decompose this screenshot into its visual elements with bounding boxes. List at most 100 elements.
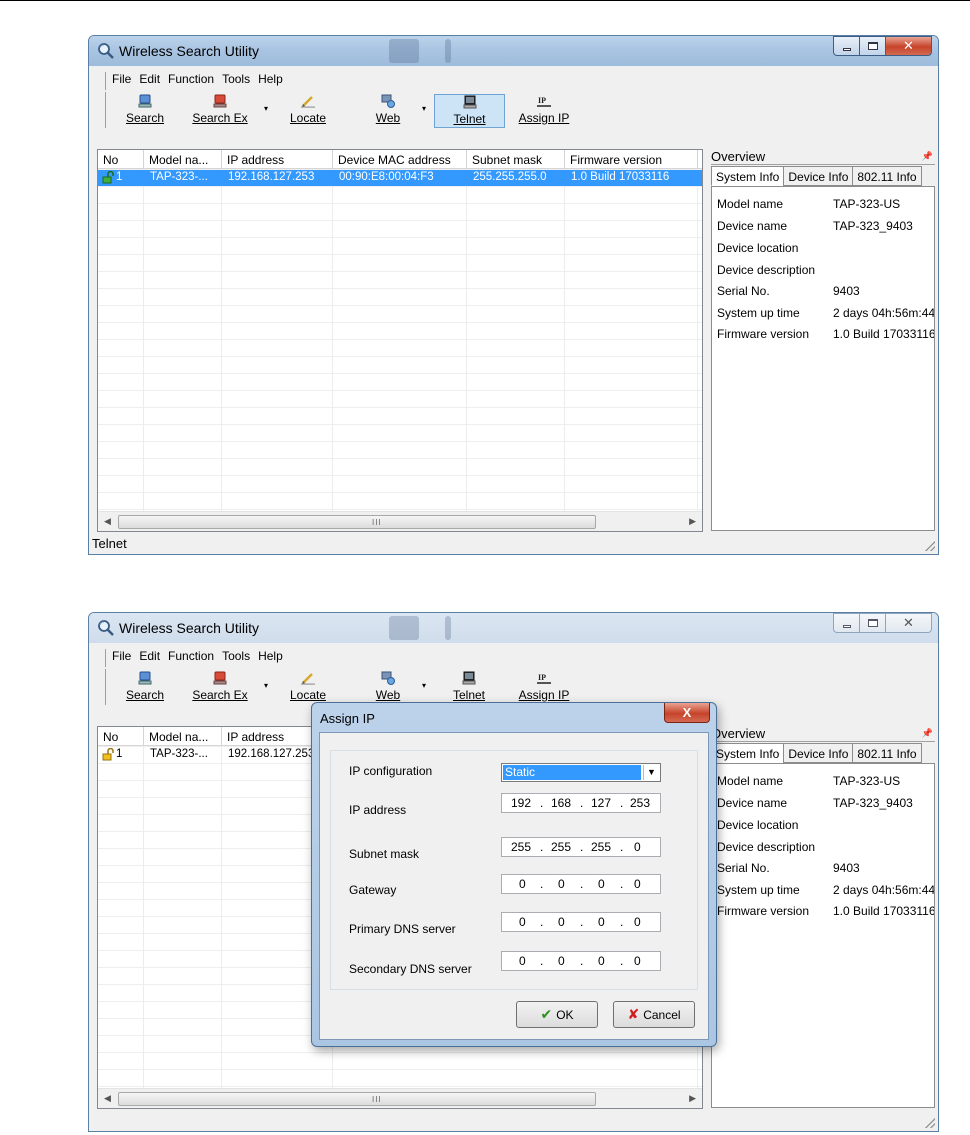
cell-mac: 00:90:E8:00:04:F3 [339,171,434,183]
scroll-right-icon[interactable]: ▶ [689,516,696,527]
ok-button[interactable]: ✔ OK [516,1001,598,1028]
menu-function[interactable]: Function [168,72,214,90]
web-icon [381,94,395,108]
search-ex-button[interactable]: Search Ex [192,671,248,705]
search-ex-dropdown-arrow[interactable]: ▾ [264,104,268,113]
info-row-system-up-time: System up time 2 days 04h:56m:44 [717,883,935,897]
scroll-right-icon[interactable]: ▶ [689,1093,696,1104]
title-bar[interactable]: Wireless Search Utility ✕ [89,36,938,66]
info-row-device-description: Device description [717,840,816,854]
terminal-icon [463,95,476,109]
cell-subnet: 255.255.255.0 [473,171,547,183]
menu-edit[interactable]: Edit [139,72,160,90]
column-divider [143,169,144,511]
ip-icon: IP [537,673,551,684]
cancel-button[interactable]: ✘ Cancel [613,1001,695,1028]
close-button[interactable]: ✕ [886,613,932,633]
column-firmware-version[interactable]: Firmware version [565,150,698,169]
column-divider [221,746,222,1088]
info-row-serial-no: Serial No. 9403 [717,284,860,298]
web-button[interactable]: Web [370,671,406,705]
column-model-name[interactable]: Model na... [144,727,222,746]
title-bar[interactable]: Wireless Search Utility ✕ [89,613,938,643]
scroll-left-icon[interactable]: ◀ [104,516,111,527]
page-top-rule [0,0,970,1]
column-no[interactable]: No [98,727,144,746]
horizontal-scrollbar[interactable]: ◀ III ▶ [98,511,702,531]
search-ex-button[interactable]: Search Ex [192,94,248,128]
column-model-name[interactable]: Model na... [144,150,222,169]
tab-device-info[interactable]: Device Info [783,166,853,186]
scrollbar-thumb[interactable]: III [118,1092,596,1106]
menu-tools[interactable]: Tools [222,72,250,90]
web-dropdown-arrow[interactable]: ▾ [422,681,426,690]
menu-help[interactable]: Help [258,72,283,90]
locate-button[interactable]: Locate [286,671,330,705]
ip-configuration-label: IP configuration [349,764,433,778]
minimize-button[interactable] [833,613,860,633]
column-divider [697,169,698,511]
web-button[interactable]: Web [370,94,406,128]
gateway-input[interactable]: 0. 0. 0. 0 [501,874,661,894]
tab-80211-info[interactable]: 802.11 Info [852,166,922,186]
telnet-button[interactable]: Telnet [434,94,505,128]
assign-ip-button[interactable]: IP Assign IP [516,94,572,128]
system-info-list: Model name TAP-323-US Device name TAP-323_… [711,763,935,1108]
search-ex-dropdown-arrow[interactable]: ▾ [264,681,268,690]
tab-system-info[interactable]: System Info [711,166,784,186]
scroll-left-icon[interactable]: ◀ [104,1093,111,1104]
tab-device-info[interactable]: Device Info [783,743,853,763]
ip-configuration-select[interactable]: Static ▼ [501,763,661,782]
magnifier-app-icon [98,43,114,59]
locate-button[interactable]: Locate [286,94,330,128]
pin-icon[interactable]: 📌 [922,728,933,739]
minimize-button[interactable] [833,36,860,56]
scrollbar-thumb[interactable]: III [118,515,596,529]
ip-address-input[interactable]: 192. 168. 127. 253 [501,793,661,813]
cell-firmware: 1.0 Build 17033116 [571,171,670,183]
overview-tabs: System Info Device Info 802.11 Info [711,166,922,186]
column-mac-address[interactable]: Device MAC address [333,150,467,169]
column-divider [221,169,222,511]
dialog-close-button[interactable]: X [664,703,710,723]
overview-panel: Overview 📌 System Info Device Info 802.1… [709,726,937,1109]
menu-help[interactable]: Help [258,649,283,667]
telnet-button[interactable]: Telnet [444,671,494,705]
cell-ip: 192.168.127.253 [228,748,315,760]
horizontal-scrollbar[interactable]: ◀ III ▶ [98,1088,702,1108]
search-button[interactable]: Search [120,671,170,705]
close-icon: X [682,705,692,720]
overview-title: Overview 📌 [711,149,935,165]
menu-file[interactable]: File [112,72,131,90]
assign-ip-button[interactable]: IP Assign IP [516,671,572,705]
tab-80211-info[interactable]: 802.11 Info [852,743,922,763]
column-no[interactable]: No [98,150,144,169]
grid-lines [98,169,702,511]
menu-file[interactable]: File [112,649,131,667]
menu-tools[interactable]: Tools [222,649,250,667]
maximize-button[interactable] [860,36,886,56]
dialog-body: IP configuration Static ▼ IP address 192… [319,732,709,1040]
primary-dns-input[interactable]: 0. 0. 0. 0 [501,912,661,932]
main-window: Wireless Search Utility ✕ File Edit Func… [88,35,939,555]
table-row[interactable]: 1 TAP-323-... 192.168.127.253 00:90:E8:0… [98,170,702,186]
tab-system-info[interactable]: System Info [711,743,784,763]
column-divider [466,169,467,511]
secondary-dns-input[interactable]: 0. 0. 0. 0 [501,951,661,971]
menu-function[interactable]: Function [168,649,214,667]
resize-grip-icon[interactable] [925,541,935,551]
subnet-mask-input[interactable]: 255. 255. 255. 0 [501,837,661,857]
pin-icon[interactable]: 📌 [922,151,933,162]
column-subnet-mask[interactable]: Subnet mask [467,150,565,169]
scrollbar-grip: III [372,1095,382,1104]
menu-edit[interactable]: Edit [139,649,160,667]
close-button[interactable]: ✕ [886,36,932,56]
info-row-firmware-version: Firmware version 1.0 Build 17033116 [717,327,935,341]
search-ex-icon [213,94,227,108]
maximize-button[interactable] [860,613,886,633]
column-ip-address[interactable]: IP address [222,150,333,169]
search-button[interactable]: Search [120,94,170,128]
web-dropdown-arrow[interactable]: ▾ [422,104,426,113]
resize-grip-icon[interactable] [925,1118,935,1128]
chevron-down-icon[interactable]: ▼ [643,765,659,780]
